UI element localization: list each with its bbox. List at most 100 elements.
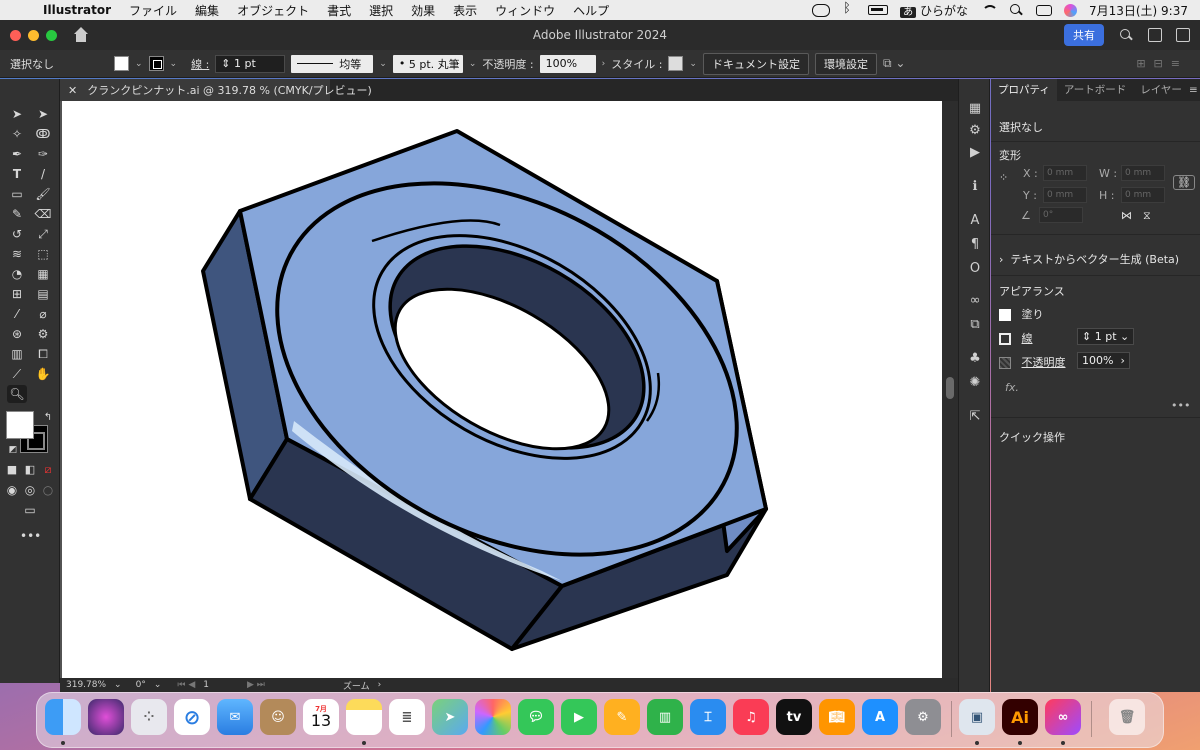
menu-type[interactable]: 書式 [318,2,360,19]
appearance-fill-row[interactable]: 塗り [999,306,1044,322]
paragraph-icon[interactable]: ¶ [967,237,983,253]
selection-tool-icon[interactable]: ➤ [7,105,27,123]
slice-tool-icon[interactable]: ⟋ [7,365,27,383]
fill-swatch[interactable] [999,309,1011,321]
pen-tool-icon[interactable]: ✒ [7,145,27,163]
eraser-tool-icon[interactable]: ⌫ [33,205,53,223]
stroke-label[interactable]: 線 [1022,332,1033,345]
battery-icon[interactable] [868,5,889,15]
style-swatch[interactable] [668,56,684,71]
curvature-tool-icon[interactable]: ✑ [33,145,53,163]
magic-wand-tool-icon[interactable]: ✧ [7,125,27,143]
facetime-icon[interactable]: ▶ [561,699,597,735]
siri-icon[interactable] [1063,3,1077,17]
vertical-scrollbar[interactable] [942,101,958,678]
actions-play-icon[interactable]: ▶ [967,145,983,161]
tv-icon[interactable]: tv [776,699,812,735]
input-mode-icon[interactable]: あ [900,6,917,18]
symbol-sprayer-tool-icon[interactable]: ⚙ [33,325,53,343]
safari-icon[interactable]: ⊘ [174,699,210,735]
menu-edit[interactable]: 編集 [186,2,228,19]
default-colors-icon[interactable]: ◩ [3,441,23,459]
opacity-label[interactable]: 不透明度 [1022,356,1066,369]
arrange-documents-icon[interactable] [1148,28,1162,42]
links-icon[interactable]: ∞ [967,293,983,309]
contacts-icon[interactable]: ☺ [260,699,296,735]
chevron-down-icon[interactable]: ⌄ [379,59,387,69]
preview-icon[interactable]: ▣ [959,699,995,735]
brushes-icon[interactable]: ✺ [967,375,983,391]
direct-selection-tool-icon[interactable]: ➤ [33,105,53,123]
numbers-icon[interactable]: ▥ [647,699,683,735]
chevron-down-icon[interactable]: ⌄ [135,59,143,69]
preferences-button[interactable]: 環境設定 [814,52,877,75]
angle-field[interactable]: 0° [1039,207,1083,223]
hex-nut-artwork[interactable] [62,101,942,678]
books-icon[interactable]: 📖︎ [819,699,855,735]
music-icon[interactable]: ♫ [733,699,769,735]
stroke-weight-field[interactable]: ⇕ 1 pt ⌄ [1077,328,1135,345]
blend-tool-icon[interactable]: ⊛ [7,325,27,343]
reference-point-icon[interactable]: ⁘ [999,171,1008,184]
stroke-swatch[interactable] [148,56,164,71]
creative-cloud-icon[interactable]: ∞ [1045,699,1081,735]
close-window-button[interactable] [10,29,21,41]
opacity-field[interactable]: 100% [539,54,596,73]
launchpad-icon[interactable]: ⁘ [131,699,167,735]
text-to-vector-row[interactable]: › テキストからベクター生成 (Beta) [999,251,1179,267]
warp-tool-icon[interactable]: ≋ [7,245,27,263]
h-field[interactable]: 0 mm [1121,187,1165,203]
current-tool-status[interactable]: ズーム [343,679,370,692]
spotlight-icon[interactable] [1008,4,1024,16]
bluetooth-icon[interactable] [840,1,856,16]
rectangle-tool-icon[interactable]: ▭ [7,185,27,203]
graph-tool-icon[interactable]: ▥ [7,345,27,363]
paintbrush-tool-icon[interactable]: 🖌 [33,185,53,203]
more-tools-icon[interactable]: ••• [20,527,41,545]
finder-icon[interactable] [45,699,81,735]
menu-effect[interactable]: 効果 [402,2,444,19]
type-tool-icon[interactable]: T [7,165,27,183]
free-transform-tool-icon[interactable]: ⬚ [33,245,53,263]
siri-app-icon[interactable] [88,699,124,735]
zoom-tool-icon[interactable]: 🔍︎ [7,385,27,403]
brush-dropdown[interactable]: • 5 pt. 丸筆 [392,54,463,73]
stroke-profile-dropdown[interactable]: 均等 [291,54,374,73]
chevron-down-icon[interactable]: ⌄ [170,59,178,69]
info-icon[interactable]: ℹ [967,179,983,195]
maps-icon[interactable]: ➤ [432,699,468,735]
stroke-label[interactable]: 線 : [191,56,209,72]
creative-cloud-status-icon[interactable] [812,4,831,17]
perspective-grid-tool-icon[interactable]: ▦ [33,265,53,283]
measure-tool-icon[interactable]: ⌀ [33,305,53,323]
minimize-window-button[interactable] [28,29,39,41]
chevron-down-icon[interactable]: ⌄ [469,59,477,69]
align-icons[interactable]: ⊞⊟≡ [1136,57,1188,70]
zoom-window-button[interactable] [46,29,57,41]
messages-icon[interactable]: 💬︎ [518,699,554,735]
keynote-icon[interactable]: ⌶ [690,699,726,735]
asset-export-icon[interactable]: ⧉ [967,317,983,333]
zoom-level[interactable]: 319.78% [66,680,106,690]
gradient-tool-icon[interactable]: ▤ [33,285,53,303]
workspace-switcher-icon[interactable] [1176,28,1190,42]
menu-object[interactable]: オブジェクト [228,2,318,19]
document-tab[interactable]: ✕ クランクピンナット.ai @ 319.78 % (CMYK/プレビュー) [60,79,372,101]
color-mode-icon[interactable]: ■ [2,461,22,479]
calendar-icon[interactable]: 7月 13 [303,699,339,735]
menu-app-name[interactable]: Illustrator [34,3,120,17]
artboard-tool-icon[interactable]: ⧠ [33,345,53,363]
fill-color-box[interactable] [6,411,34,439]
shaper-tool-icon[interactable]: ✎ [7,205,27,223]
document-settings-button[interactable]: ドキュメント設定 [702,52,809,75]
x-field[interactable]: 0 mm [1043,165,1087,181]
artboard-number[interactable]: 1 [203,680,209,690]
appearance-opacity-row[interactable]: 不透明度 [999,354,1066,370]
draw-behind-icon[interactable]: ◎ [20,481,40,499]
menu-file[interactable]: ファイル [120,2,186,19]
rotation-value[interactable]: 0° [136,680,146,690]
mail-icon[interactable]: ✉ [217,699,253,735]
gradient-mode-icon[interactable]: ◧ [20,461,40,479]
w-field[interactable]: 0 mm [1121,165,1165,181]
photos-icon[interactable] [475,699,511,735]
